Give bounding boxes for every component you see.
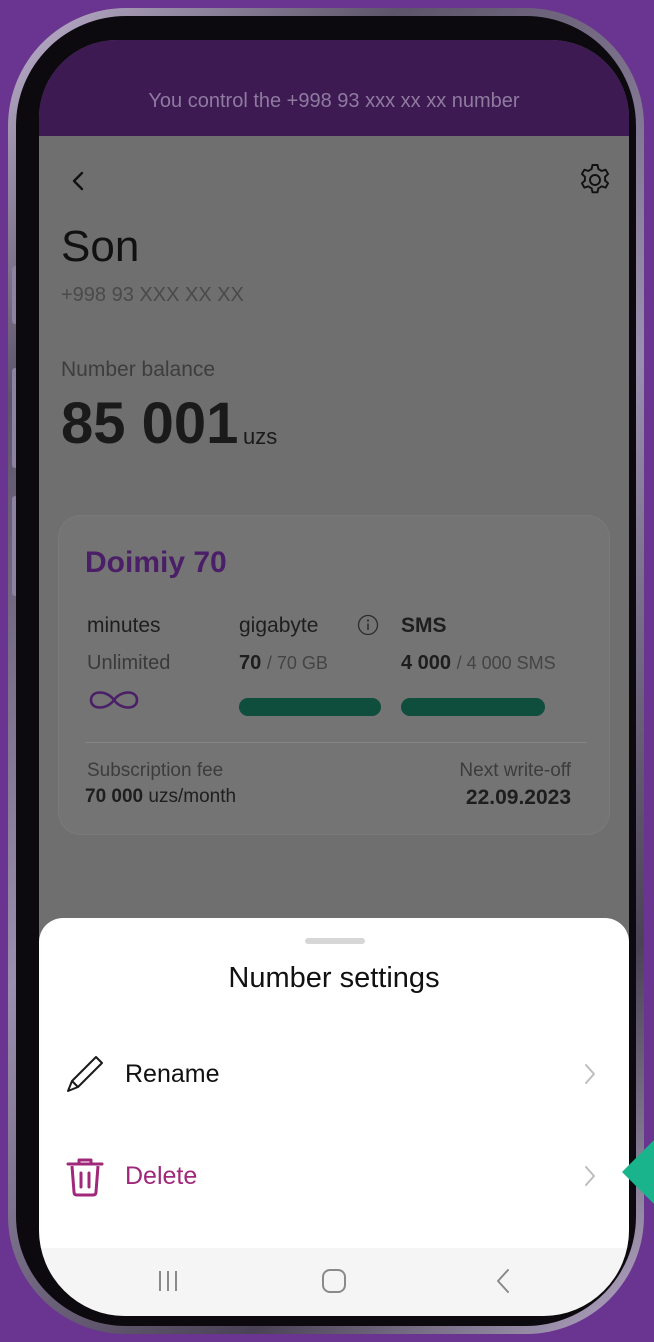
- minutes-title: minutes: [87, 614, 161, 637]
- control-banner: You control the +998 93 xxx xx xx number: [39, 40, 629, 136]
- minutes-value: Unlimited: [87, 652, 171, 674]
- balance-label: Number balance: [61, 358, 216, 381]
- sms-title: SMS: [401, 614, 447, 637]
- sheet-drag-handle[interactable]: [305, 938, 365, 944]
- screen: You control the +998 93 xxx xx xx number…: [39, 40, 629, 1316]
- card-divider: [85, 742, 587, 743]
- pencil-icon: [67, 1056, 103, 1092]
- back-arrow-icon[interactable]: [67, 170, 89, 192]
- tariff-card[interactable]: Doimiy 70 minutes gigabyte SMS Unlimited…: [59, 516, 609, 834]
- plan-name: Doimiy 70: [85, 546, 227, 579]
- write-off-label: Next write-off: [459, 760, 571, 781]
- balance-unit: uzs: [243, 424, 278, 449]
- sms-used: 4 000: [401, 652, 452, 674]
- sms-total: / 4 000 SMS: [456, 653, 556, 673]
- subscription-fee-value: 70 000 uzs/month: [85, 786, 236, 808]
- back-icon[interactable]: [491, 1268, 517, 1294]
- number-owner-name: Son: [61, 222, 140, 271]
- gigabyte-amount: 70 / 70 GB: [239, 652, 328, 675]
- number-settings-sheet: Number settings Rename Delete: [39, 918, 629, 1248]
- subscription-fee-label: Subscription fee: [87, 760, 224, 781]
- tutorial-pointer: [622, 1140, 654, 1204]
- delete-row[interactable]: Delete: [39, 1136, 629, 1216]
- gear-icon[interactable]: [577, 162, 613, 198]
- gigabyte-title: gigabyte: [239, 614, 319, 637]
- system-nav-bar: [39, 1248, 629, 1316]
- trash-icon: [66, 1158, 104, 1197]
- delete-label: Delete: [125, 1162, 198, 1190]
- home-icon[interactable]: [321, 1268, 347, 1294]
- sms-amount: 4 000 / 4 000 SMS: [401, 652, 556, 675]
- gigabyte-progress-bar: [239, 698, 381, 716]
- sms-progress-bar: [401, 698, 545, 716]
- subscription-fee-unit: uzs/month: [148, 786, 237, 807]
- recent-apps-icon[interactable]: [155, 1268, 181, 1294]
- chevron-right-icon: [585, 1064, 595, 1084]
- info-icon[interactable]: [357, 614, 379, 636]
- infinity-icon: [89, 691, 139, 709]
- number-details-page: Son +998 93 XXX XX XX Number balance 85 …: [39, 136, 629, 936]
- subscription-fee-amount: 70 000: [85, 786, 144, 807]
- gigabyte-used: 70: [239, 652, 262, 674]
- rename-label: Rename: [125, 1060, 220, 1088]
- chevron-right-icon: [585, 1166, 595, 1186]
- control-banner-text: You control the +998 93 xxx xx xx number: [148, 90, 520, 112]
- write-off-date: 22.09.2023: [465, 786, 571, 809]
- rename-row[interactable]: Rename: [39, 1034, 629, 1114]
- sheet-title: Number settings: [228, 962, 440, 994]
- balance-value: 85 001: [61, 391, 239, 456]
- gigabyte-total: / 70 GB: [266, 653, 328, 673]
- phone-number: +998 93 XXX XX XX: [61, 284, 244, 306]
